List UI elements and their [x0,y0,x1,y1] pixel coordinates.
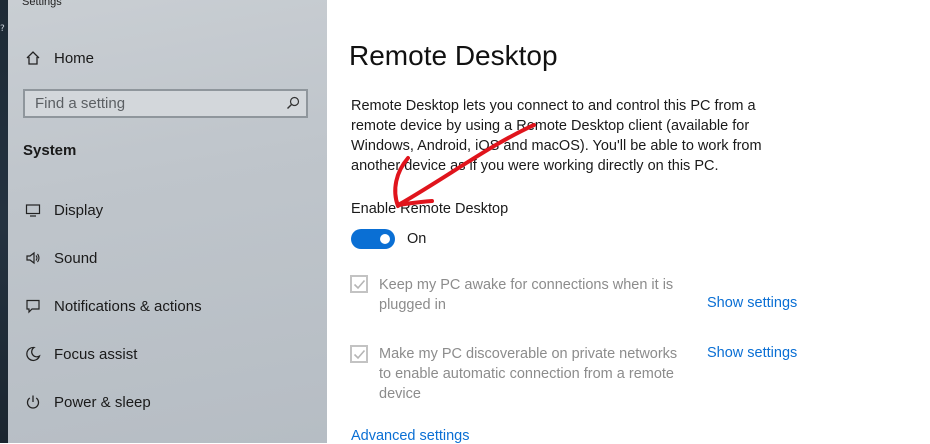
sidebar-item-sound[interactable]: Sound [8,238,327,278]
search-icon[interactable] [286,96,300,110]
checkmark-icon [353,279,366,290]
keep-awake-label: Keep my PC awake for connections when it… [379,277,674,313]
discoverable-show-settings-link[interactable]: Show settings [707,345,797,361]
toggle-state-text: On [407,231,427,247]
page-description: Remote Desktop lets you connect to and c… [351,98,762,174]
search-box[interactable] [23,89,308,118]
keep-awake-show-settings-link[interactable]: Show settings [707,295,797,311]
power-icon [24,393,42,411]
checkmark-icon [353,349,366,360]
window-title: Settings [22,0,62,8]
sidebar-item-focus-assist[interactable]: Focus assist [8,334,327,374]
advanced-settings-link[interactable]: Advanced settings [351,428,470,444]
toggle-knob [380,234,390,244]
page-title: Remote Desktop [349,40,558,71]
discoverable-label: Make my PC discoverable on private netwo… [379,346,678,402]
sidebar-item-power-sleep[interactable]: Power & sleep [8,382,327,422]
enable-remote-desktop-label: Enable Remote Desktop [351,201,509,217]
sidebar-item-display[interactable]: Display [8,190,327,230]
sidebar-item-label: Power & sleep [54,393,151,411]
main-content: Remote Desktop Remote Desktop lets you c… [327,0,930,444]
display-icon [24,201,42,219]
enable-remote-desktop-toggle[interactable] [351,229,395,249]
sidebar-item-notifications[interactable]: Notifications & actions [8,286,327,326]
sidebar-item-label: Notifications & actions [54,297,202,315]
desktop-glyph: ? [0,24,5,34]
sound-icon [24,249,42,267]
keep-awake-checkbox[interactable] [350,275,368,293]
discoverable-checkbox[interactable] [350,345,368,363]
sidebar-item-label: Display [54,201,104,219]
search-input[interactable] [25,91,275,116]
sidebar-item-label: Sound [54,249,98,267]
sidebar-item-label: Home [54,49,95,67]
desktop-edge: ? [0,0,8,443]
sidebar-item-home[interactable]: Home [8,38,327,78]
focus-assist-icon [24,345,42,363]
section-title: System [23,142,77,159]
sidebar: Settings Home System Display Sound Notif… [8,0,327,443]
notifications-icon [24,297,42,315]
sidebar-item-label: Focus assist [54,345,138,363]
home-icon [24,49,42,67]
